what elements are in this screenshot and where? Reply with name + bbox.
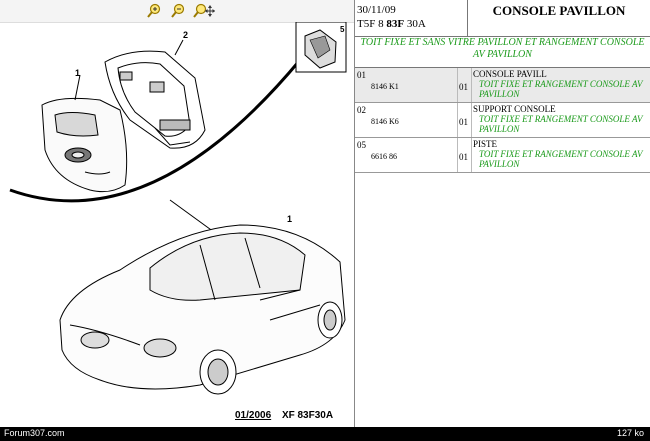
part-reference[interactable]: 8146 K6 — [371, 117, 399, 126]
part-description: CONSOLE PAVILL TOIT FIXE ET RANGEMENT CON… — [473, 69, 647, 99]
zoom-in-icon[interactable] — [146, 3, 162, 19]
part-index: 01 — [357, 70, 366, 80]
part-reference[interactable]: 8146 K1 — [371, 82, 399, 91]
page-title: CONSOLE PAVILLON — [492, 3, 626, 18]
part-name: PISTE — [473, 139, 498, 149]
callout-1-b: 1 — [287, 214, 292, 224]
zoom-toolbar — [0, 0, 354, 23]
part-reference[interactable]: 6616 86 — [371, 152, 397, 161]
zoom-out-icon[interactable] — [170, 3, 186, 19]
parts-list-pane: 30/11/09 T5F 8 83F 30A CONSOLE PAVILLON … — [355, 0, 650, 427]
part-name: CONSOLE PAVILL — [473, 69, 547, 79]
section-label: TOIT FIXE ET SANS VITRE PAVILLON ET RANG… — [355, 37, 650, 68]
part-subtitle: TOIT FIXE ET RANGEMENT CONSOLE AV PAVILL… — [479, 149, 643, 169]
inset-box — [295, 22, 347, 73]
part-description: PISTE TOIT FIXE ET RANGEMENT CONSOLE AV P… — [473, 139, 647, 169]
diagram-footer: 01/2006 XF 83F30A — [235, 410, 333, 421]
part-quantity: 01 — [459, 82, 468, 92]
part-name: SUPPORT CONSOLE — [473, 104, 556, 114]
inset-label: 5 — [340, 25, 345, 34]
part-quantity: 01 — [459, 152, 468, 162]
status-site: Forum307.com — [4, 428, 65, 438]
diagram-pane: 1 2 1 5 01/2006 XF 83F30A — [0, 0, 355, 427]
header-code: T5F 8 83F 30A — [357, 18, 426, 30]
header-date: 30/11/09 — [357, 4, 396, 16]
table-row[interactable]: 05 6616 86 01 PISTE TOIT FIXE ET RANGEMENT C… — [355, 138, 650, 173]
status-size: 127 ko — [616, 428, 644, 438]
parts-table: 01 8146 K1 01 CONSOLE PAVILL TOIT FIXE ET RA… — [355, 68, 650, 173]
zoom-move-icon[interactable] — [193, 3, 215, 19]
parts-diagram: 1 2 1 5 — [9, 22, 347, 395]
part-quantity: 01 — [459, 117, 468, 127]
callout-1-a: 1 — [75, 68, 80, 78]
status-bar: Forum307.com 127 ko — [0, 427, 650, 441]
car-drawing — [59, 224, 346, 395]
part-subtitle: TOIT FIXE ET RANGEMENT CONSOLE AV PAVILL… — [479, 79, 643, 99]
part-subtitle: TOIT FIXE ET RANGEMENT CONSOLE AV PAVILL… — [479, 114, 643, 134]
part-description: SUPPORT CONSOLE TOIT FIXE ET RANGEMENT CO… — [473, 104, 647, 134]
header-info: 30/11/09 T5F 8 83F 30A — [357, 3, 467, 31]
parts-header: 30/11/09 T5F 8 83F 30A CONSOLE PAVILLON — [355, 0, 650, 37]
diagram-code: XF 83F30A — [281, 410, 334, 421]
part-index: 05 — [357, 140, 366, 150]
table-row[interactable]: 02 8146 K6 01 SUPPORT CONSOLE TOIT FIXE ET R… — [355, 103, 650, 138]
diagram-date: 01/2006 — [235, 410, 272, 421]
table-row[interactable]: 01 8146 K1 01 CONSOLE PAVILL TOIT FIXE ET RA… — [355, 68, 650, 103]
callout-2: 2 — [183, 30, 188, 40]
part-index: 02 — [357, 105, 366, 115]
